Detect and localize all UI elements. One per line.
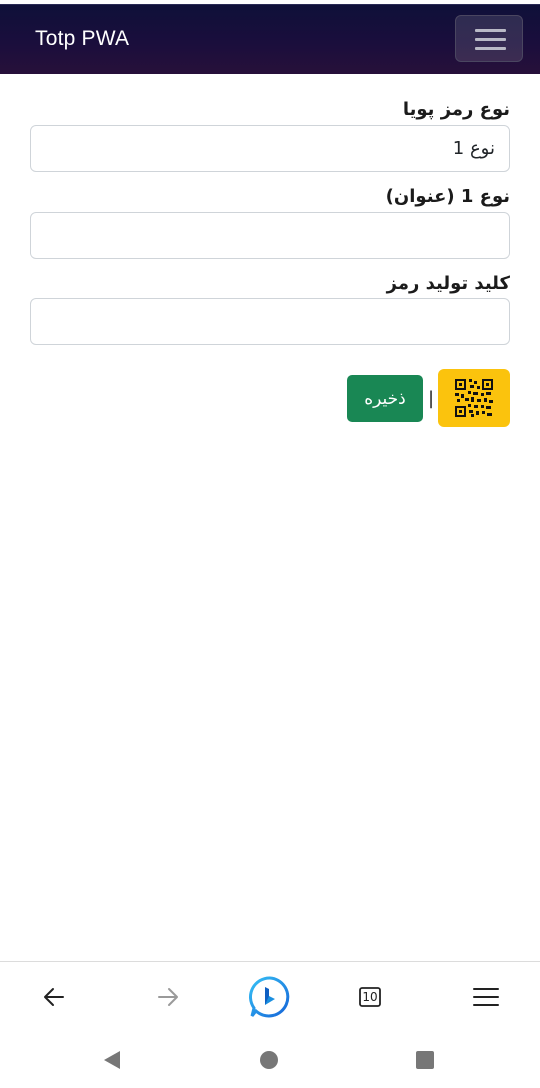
tabs-button[interactable]: 10 (340, 962, 400, 1032)
qr-code-icon (454, 378, 494, 418)
triangle-back-icon (104, 1050, 120, 1069)
browser-toolbar: 10 (0, 961, 540, 1032)
arrow-left-icon (44, 988, 64, 1006)
navbar-toggle-button[interactable] (455, 15, 523, 62)
system-navigation-bar (0, 1031, 540, 1088)
system-back-button[interactable] (92, 1031, 132, 1088)
type-label: نوع رمز پویا (402, 99, 510, 120)
browser-back-button[interactable] (24, 962, 84, 1032)
system-recents-button[interactable] (405, 1031, 445, 1088)
save-button[interactable]: ذخیره (347, 375, 423, 422)
bing-chat-button[interactable] (240, 962, 300, 1032)
scan-qr-button[interactable] (438, 369, 510, 427)
bing-chat-icon (249, 976, 290, 1018)
browser-menu-button[interactable] (456, 962, 516, 1032)
system-home-button[interactable] (249, 1031, 289, 1088)
key-input[interactable] (30, 298, 510, 345)
menu-icon (473, 988, 499, 1006)
title-label: نوع 1 (عنوان) (385, 186, 510, 207)
app-navbar: Totp PWA (0, 4, 540, 74)
circle-home-icon (260, 1050, 278, 1069)
square-recents-icon (416, 1050, 434, 1069)
tabs-count: 10 (362, 990, 378, 1004)
key-label: کلید تولید رمز (386, 273, 510, 294)
browser-forward-button[interactable] (138, 962, 198, 1032)
app-brand[interactable]: Totp PWA (35, 27, 129, 51)
tabs-icon: 10 (359, 987, 381, 1007)
type-select[interactable]: نوع 1 (30, 125, 510, 172)
arrow-right-icon (158, 988, 178, 1006)
title-input[interactable] (30, 212, 510, 259)
separator: | (428, 388, 435, 409)
